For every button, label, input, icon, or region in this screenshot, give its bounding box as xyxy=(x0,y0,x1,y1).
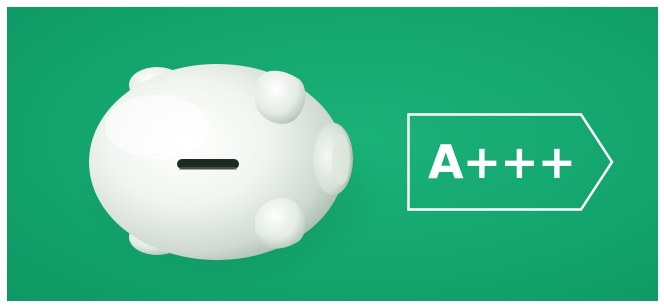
energy-rating-text: A+++ xyxy=(428,135,576,189)
green-background-scene: A+++ xyxy=(7,7,658,301)
piggy-snout-tip xyxy=(332,133,350,185)
coin-slot-edge xyxy=(179,167,237,170)
piggy-ear-bottom xyxy=(255,198,306,249)
piggy-highlight xyxy=(105,95,209,159)
energy-label-badge: A+++ xyxy=(407,113,615,211)
